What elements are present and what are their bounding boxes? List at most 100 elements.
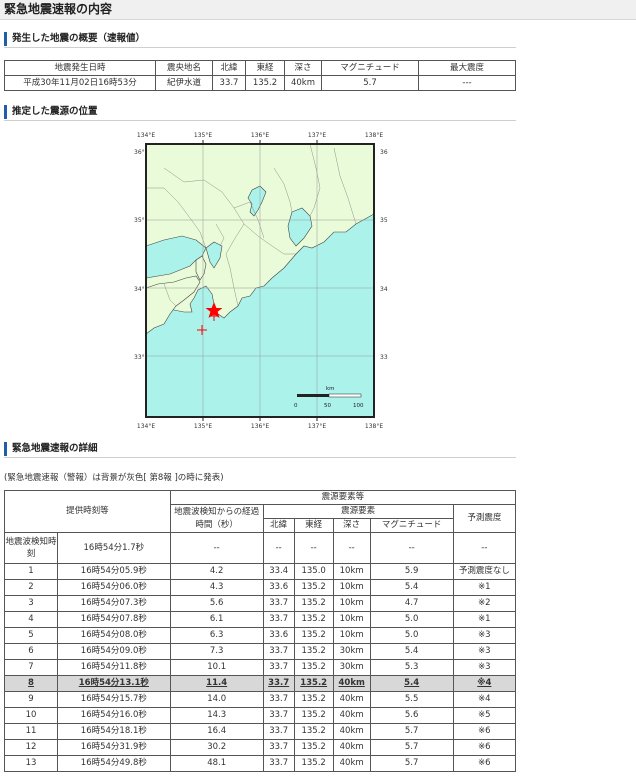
col-depth-header: 深さ xyxy=(332,518,371,533)
col-intensity-header: 予測震度 xyxy=(452,504,517,533)
lon-tick-bottom: 136°E xyxy=(251,423,269,430)
depth: 40km xyxy=(332,707,371,724)
overview-header: マグニチュード xyxy=(321,60,419,76)
detect-value: -- xyxy=(452,532,517,564)
lon-tick-bottom: 138°E xyxy=(365,423,383,430)
lon: 135.2 xyxy=(293,675,334,692)
predicted-intensity: ※6 xyxy=(452,723,517,740)
magnitude: 5.7 xyxy=(369,739,454,756)
depth: 10km xyxy=(332,595,371,612)
overview-header: 東経 xyxy=(245,60,285,76)
overview-magnitude: 5.7 xyxy=(321,75,419,91)
predicted-intensity: ※4 xyxy=(452,675,517,692)
lat: 33.7 xyxy=(262,595,295,612)
page-title: 緊急地震速報の内容 xyxy=(0,0,636,20)
epicenter-map: 134°E 135°E 136°E 137°E 138°E 134°E 135°… xyxy=(134,128,395,432)
predicted-intensity: ※3 xyxy=(452,659,517,676)
predicted-intensity: ※3 xyxy=(452,643,517,660)
lon: 135.2 xyxy=(293,611,334,628)
provided-time: 16時54分13.1秒 xyxy=(57,675,171,692)
depth: 40km xyxy=(332,755,371,772)
predicted-intensity: ※6 xyxy=(452,739,517,756)
magnitude: 5.7 xyxy=(369,723,454,740)
detect-time: 16時54分1.7秒 xyxy=(57,532,171,564)
lon: 135.2 xyxy=(293,707,334,724)
report-number: 11 xyxy=(4,723,58,740)
magnitude: 5.4 xyxy=(369,643,454,660)
elapsed-seconds: 48.1 xyxy=(169,755,264,772)
provided-time: 16時54分08.0秒 xyxy=(57,627,171,644)
overview-lon: 135.2 xyxy=(245,75,285,91)
predicted-intensity: 予測震度なし xyxy=(452,563,517,580)
depth: 30km xyxy=(332,643,371,660)
report-number: 4 xyxy=(4,611,58,628)
magnitude: 5.5 xyxy=(369,691,454,708)
overview-depth: 40km xyxy=(284,75,322,91)
detail-table: 提供時刻等 震源要素等 地震波検知からの経過時間（秒） 震源要素 予測震度 北緯… xyxy=(4,490,517,772)
report-number: 8 xyxy=(4,675,58,692)
provided-time: 16時54分05.9秒 xyxy=(57,563,171,580)
lon-tick-bottom: 137°E xyxy=(308,423,326,430)
scale-label: 0 xyxy=(294,403,298,409)
lon: 135.2 xyxy=(293,643,334,660)
overview-header: 北緯 xyxy=(212,60,246,76)
lon: 135.2 xyxy=(293,595,334,612)
report-number: 12 xyxy=(4,739,58,756)
provided-time: 16時54分15.7秒 xyxy=(57,691,171,708)
section-detail-heading: 緊急地震速報の詳細 xyxy=(4,440,516,458)
lat-tick-right: 34°N xyxy=(380,286,388,293)
predicted-intensity: ※3 xyxy=(452,627,517,644)
lat: 33.7 xyxy=(262,739,295,756)
report-number: 10 xyxy=(4,707,58,724)
overview-datetime: 平成30年11月02日16時53分 xyxy=(4,75,156,91)
detect-value: -- xyxy=(262,532,295,564)
lat: 33.4 xyxy=(262,563,295,580)
lon-tick-top: 135°E xyxy=(194,132,212,139)
header-sub: 震源要素 xyxy=(262,504,454,519)
table-row: 2 16時54分06.0秒 4.3 33.6 135.2 10km 5.4 ※1 xyxy=(4,579,517,596)
provided-time: 16時54分18.1秒 xyxy=(57,723,171,740)
lat-tick-right: 35°N xyxy=(380,217,388,224)
table-row: 7 16時54分11.8秒 10.1 33.7 135.2 30km 5.3 ※3 xyxy=(4,659,517,676)
detail-rows: 1 16時54分05.9秒 4.2 33.4 135.0 10km 5.9 予測震度なし 2 16… xyxy=(4,563,517,772)
table-row: 8 16時54分13.1秒 11.4 33.7 135.2 40km 5.4 ※4 xyxy=(4,675,517,692)
report-number: 7 xyxy=(4,659,58,676)
detect-value: -- xyxy=(332,532,371,564)
magnitude: 5.0 xyxy=(369,627,454,644)
predicted-intensity: ※2 xyxy=(452,595,517,612)
lat-tick-right: 33°N xyxy=(380,354,388,361)
lon: 135.2 xyxy=(293,691,334,708)
lon: 135.2 xyxy=(293,723,334,740)
col-elapsed-header: 地震波検知からの経過時間（秒） xyxy=(169,504,264,533)
lat-tick-right: 36°N xyxy=(380,149,388,156)
magnitude: 5.6 xyxy=(369,707,454,724)
lat: 33.7 xyxy=(262,611,295,628)
col-lon-header: 東経 xyxy=(293,518,334,533)
lon-tick-top: 134°E xyxy=(137,132,155,139)
magnitude: 4.7 xyxy=(369,595,454,612)
provided-time: 16時54分11.8秒 xyxy=(57,659,171,676)
header-top: 震源要素等 xyxy=(169,490,517,505)
section-overview-heading: 発生した地震の概要（速報値） xyxy=(4,30,516,48)
elapsed-seconds: 11.4 xyxy=(169,675,264,692)
table-row: 11 16時54分18.1秒 16.4 33.7 135.2 40km 5.7 ※6 xyxy=(4,723,517,740)
report-number: 3 xyxy=(4,595,58,612)
lon: 135.2 xyxy=(293,659,334,676)
col-provided-header: 提供時刻等 xyxy=(4,490,171,533)
overview-header: 最大震度 xyxy=(418,60,516,76)
section-map-heading: 推定した震源の位置 xyxy=(4,103,516,121)
table-row: 13 16時54分49.8秒 48.1 33.7 135.2 40km 5.7 ※6 xyxy=(4,755,517,772)
lat: 33.6 xyxy=(262,579,295,596)
lon: 135.0 xyxy=(293,563,334,580)
report-number: 6 xyxy=(4,643,58,660)
lat: 33.7 xyxy=(262,723,295,740)
lat: 33.6 xyxy=(262,627,295,644)
lon: 135.2 xyxy=(293,755,334,772)
lat: 33.7 xyxy=(262,755,295,772)
elapsed-seconds: 6.3 xyxy=(169,627,264,644)
elapsed-seconds: 4.3 xyxy=(169,579,264,596)
provided-time: 16時54分07.3秒 xyxy=(57,595,171,612)
predicted-intensity: ※1 xyxy=(452,611,517,628)
elapsed-seconds: 5.6 xyxy=(169,595,264,612)
table-row: 5 16時54分08.0秒 6.3 33.6 135.2 10km 5.0 ※3 xyxy=(4,627,517,644)
